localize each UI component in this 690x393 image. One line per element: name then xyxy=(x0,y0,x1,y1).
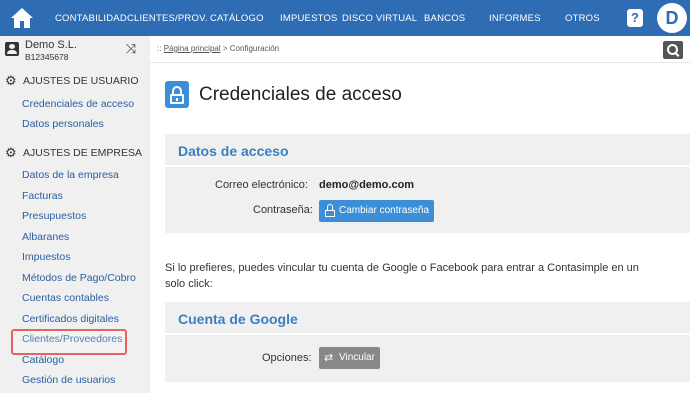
breadcrumb-current: Configuración xyxy=(229,44,280,53)
swap-arrows-icon: ⇄ xyxy=(324,352,334,364)
sidebar-item-impuestos[interactable]: Impuestos xyxy=(22,251,70,263)
sidebar-item-facturas[interactable]: Facturas xyxy=(22,190,63,202)
unlock-icon xyxy=(325,204,335,218)
help-icon[interactable]: ? xyxy=(627,9,643,27)
company-selector[interactable]: Demo S.L. B12345678 ⤨ xyxy=(0,36,150,64)
lock-icon xyxy=(165,81,189,108)
search-icon[interactable] xyxy=(663,41,683,59)
change-password-label: Cambiar contraseña xyxy=(339,205,430,216)
email-value: demo@demo.com xyxy=(319,179,415,191)
sidebar-item-albaranes[interactable]: Albaranes xyxy=(22,231,69,243)
company-name: Demo S.L. xyxy=(25,39,77,51)
access-data-card: Datos de acceso Correo electrónico: demo… xyxy=(165,134,690,233)
nav-contabilidad[interactable]: CONTABILIDAD xyxy=(55,0,127,36)
breadcrumb-separator: > xyxy=(222,44,228,53)
home-icon[interactable] xyxy=(10,7,34,29)
card-divider xyxy=(165,165,690,167)
breadcrumb-prefix: :: xyxy=(157,44,162,53)
nav-disco-virtual[interactable]: DISCO VIRTUAL xyxy=(342,0,417,36)
nav-otros[interactable]: OTROS xyxy=(565,0,600,36)
card-divider xyxy=(165,333,690,335)
header-divider xyxy=(150,62,690,63)
company-settings-heading: ⚙ AJUSTES DE EMPRESA xyxy=(5,146,142,160)
sidebar-item-metodos-pago[interactable]: Métodos de Pago/Cobro xyxy=(22,272,136,284)
sidebar-item-credenciales[interactable]: Credenciales de acceso xyxy=(22,98,134,110)
gear-icon: ⚙ xyxy=(5,145,17,160)
breadcrumb: :: Página principal > Configuración xyxy=(157,44,279,53)
company-id: B12345678 xyxy=(25,52,69,62)
sidebar-item-gestion-usuarios[interactable]: Gestión de usuarios xyxy=(22,374,115,386)
top-navigation-bar: CONTABILIDAD CLIENTES/PROV. CATÁLOGO IMP… xyxy=(0,0,690,36)
sidebar-item-presupuestos[interactable]: Presupuestos xyxy=(22,210,86,222)
sidebar-item-cuentas-contables[interactable]: Cuentas contables xyxy=(22,292,109,304)
sidebar-item-certificados[interactable]: Certificados digitales xyxy=(22,313,119,325)
nav-impuestos[interactable]: IMPUESTOS xyxy=(280,0,338,36)
change-password-button[interactable]: Cambiar contraseña xyxy=(319,200,435,222)
nav-clientes-prov[interactable]: CLIENTES/PROV. xyxy=(127,0,208,36)
breadcrumb-home-link[interactable]: Página principal xyxy=(164,44,221,53)
sidebar-item-catalogo[interactable]: Catálogo xyxy=(22,354,64,366)
nav-informes[interactable]: INFORMES xyxy=(489,0,541,36)
switch-company-icon[interactable]: ⤨ xyxy=(123,41,139,57)
password-label: Contraseña: xyxy=(253,204,313,216)
sidebar-item-datos-personales[interactable]: Datos personales xyxy=(22,118,104,130)
user-settings-heading: ⚙ AJUSTES DE USUARIO xyxy=(5,74,139,88)
google-card-title: Cuenta de Google xyxy=(178,311,298,327)
options-label: Opciones: xyxy=(262,352,312,364)
gear-icon: ⚙ xyxy=(5,73,17,88)
link-google-button[interactable]: ⇄ Vincular xyxy=(319,347,380,369)
company-settings-title: AJUSTES DE EMPRESA xyxy=(23,147,143,159)
company-user-icon xyxy=(5,42,19,56)
nav-bancos[interactable]: BANCOS xyxy=(424,0,465,36)
nav-catalogo[interactable]: CATÁLOGO xyxy=(210,0,264,36)
google-account-card: Cuenta de Google Opciones: ⇄ Vincular xyxy=(165,302,690,382)
page-title: Credenciales de acceso xyxy=(199,84,402,105)
user-avatar[interactable]: D xyxy=(657,3,687,33)
link-account-description: Si lo prefieres, puedes vincular tu cuen… xyxy=(165,262,639,290)
sidebar-item-datos-empresa[interactable]: Datos de la empresa xyxy=(22,169,119,181)
access-card-title: Datos de acceso xyxy=(178,143,289,159)
email-label: Correo electrónico: xyxy=(215,179,308,191)
link-google-label: Vincular xyxy=(339,352,375,363)
user-settings-title: AJUSTES DE USUARIO xyxy=(23,75,139,87)
selection-highlight xyxy=(11,329,127,355)
